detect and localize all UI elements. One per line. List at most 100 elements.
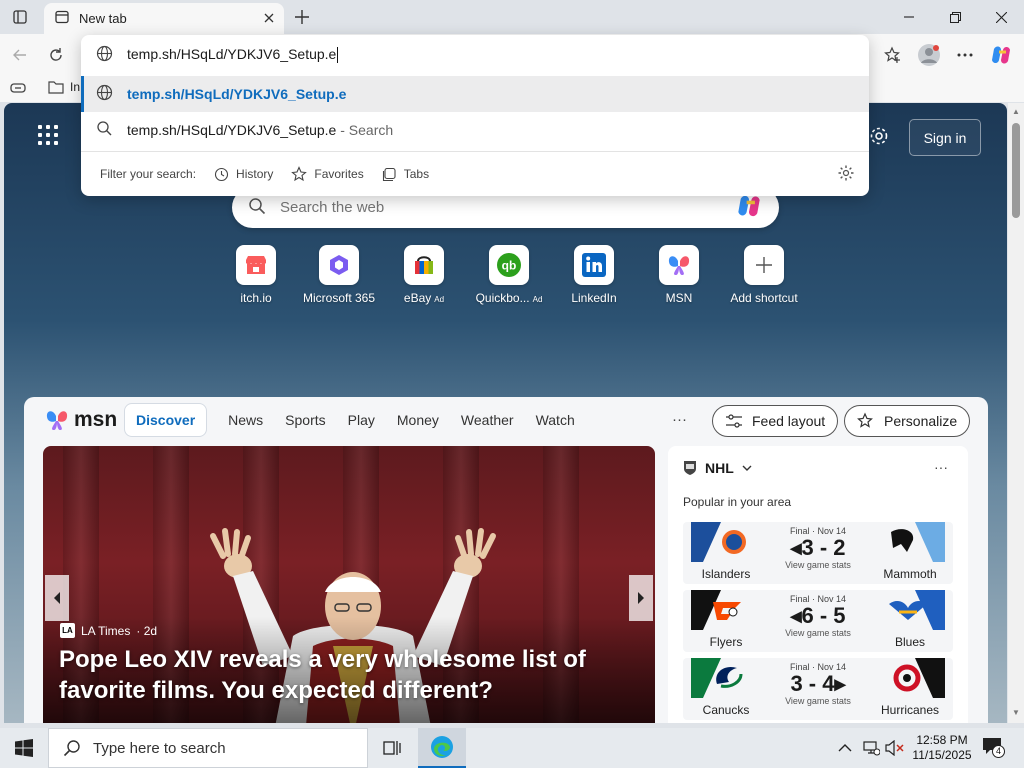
favorites-folder[interactable]: In: [48, 80, 80, 94]
nhl-more-button[interactable]: ···: [934, 459, 948, 475]
hero-source: LA LA Times · 2d: [60, 623, 157, 638]
notifications-icon: 4: [982, 737, 1005, 759]
chevron-up-icon: [838, 744, 852, 752]
tab-watch[interactable]: Watch: [525, 403, 586, 437]
search-icon: [63, 740, 80, 757]
add-shortcut-button[interactable]: Add shortcut: [722, 245, 806, 305]
scroll-down-icon[interactable]: ▼: [1011, 708, 1021, 718]
hero-story[interactable]: LA LA Times · 2d Pope Leo XIV reveals a …: [43, 446, 655, 723]
personalize-button[interactable]: Personalize: [844, 405, 971, 437]
suggestion-hint: - Search: [340, 122, 394, 138]
restore-button[interactable]: [932, 0, 978, 34]
notification-center-button[interactable]: 4: [982, 728, 1005, 768]
filter-tabs[interactable]: Tabs: [382, 167, 429, 182]
shortcut-microsoft-365[interactable]: Microsoft 365: [297, 245, 381, 305]
shortcut-linkedin[interactable]: LinkedIn: [552, 245, 636, 305]
tab-title: New tab: [79, 11, 127, 26]
task-view-icon: [383, 741, 401, 755]
more-options-icon[interactable]: [950, 40, 980, 70]
tab-sports[interactable]: Sports: [274, 403, 336, 437]
carousel-prev-button[interactable]: [45, 575, 69, 621]
shortcut-label: itch.io: [240, 291, 272, 305]
ebay-icon: [404, 245, 444, 285]
islanders-logo-icon: [691, 522, 746, 562]
shortcut-ebay[interactable]: eBay Ad: [382, 245, 466, 305]
shortcut-label: eBay: [403, 291, 432, 305]
address-input[interactable]: temp.sh/HSqLd/YDKJV6_Setup.e: [127, 46, 336, 62]
tab-actions-icon[interactable]: [6, 4, 34, 30]
shortcut-msn[interactable]: MSN: [637, 245, 721, 305]
tab-play[interactable]: Play: [337, 403, 386, 437]
feed-layout-button[interactable]: Feed layout: [712, 405, 839, 437]
scroll-up-icon[interactable]: ▲: [1011, 107, 1021, 117]
taskbar-clock[interactable]: 12:58 PM 11/15/2025: [906, 733, 978, 763]
msn-nav: Discover News Sports Play Money Weather …: [124, 403, 586, 437]
task-view-button[interactable]: [368, 728, 416, 768]
game-stats-link[interactable]: View game stats: [769, 628, 867, 638]
game-row[interactable]: Canucks Final · Nov 14 3 - 4▸ View game …: [683, 658, 953, 720]
shortcut-label: Microsoft 365: [302, 291, 376, 305]
microsoft-365-icon: [319, 245, 359, 285]
address-bar[interactable]: temp.sh/HSqLd/YDKJV6_Setup.e: [81, 35, 869, 74]
page-settings-gear-icon[interactable]: [868, 125, 892, 149]
suggestion-text: temp.sh/HSqLd/YDKJV6_Setup.e: [127, 122, 337, 138]
filter-history-label: History: [236, 167, 274, 181]
favorites-toggle-icon[interactable]: [10, 81, 26, 98]
tab-news[interactable]: News: [217, 403, 274, 437]
game-row[interactable]: Islanders Final · Nov 14 ◂3 - 2 View gam…: [683, 522, 953, 584]
game-stats-link[interactable]: View game stats: [769, 560, 867, 570]
close-tab-icon[interactable]: [264, 11, 274, 26]
show-hidden-icons-button[interactable]: [838, 728, 852, 768]
nhl-league-selector[interactable]: NHL: [683, 460, 752, 476]
filter-favorites-label: Favorites: [314, 167, 364, 181]
favorites-star-icon[interactable]: [878, 40, 908, 70]
sliders-icon: [726, 414, 742, 428]
hurricanes-logo-icon: [893, 658, 945, 698]
shortcut-quickbooks[interactable]: qb Quickbo... Ad: [467, 245, 551, 305]
edge-taskbar-button[interactable]: [418, 728, 466, 768]
volume-muted-icon[interactable]: [884, 728, 904, 768]
filter-favorites[interactable]: Favorites: [291, 166, 364, 182]
hero-headline[interactable]: Pope Leo XIV reveals a very wholesome li…: [59, 644, 619, 706]
game-stats-link[interactable]: View game stats: [769, 696, 867, 706]
tab-discover[interactable]: Discover: [124, 403, 208, 437]
copilot-icon[interactable]: [735, 193, 763, 222]
tab-weather[interactable]: Weather: [450, 403, 525, 437]
copilot-icon[interactable]: [986, 40, 1016, 70]
edge-icon: [431, 736, 453, 758]
publisher-name: LA Times: [81, 623, 131, 638]
profile-avatar[interactable]: [914, 40, 944, 70]
msn-logo[interactable]: msn: [44, 405, 117, 435]
sign-in-button[interactable]: Sign in: [909, 119, 981, 156]
carousel-next-button[interactable]: [629, 575, 653, 621]
globe-icon: [96, 45, 113, 65]
new-tab-button[interactable]: [288, 4, 316, 30]
page-scrollbar[interactable]: ▲ ▼: [1008, 103, 1024, 723]
tab-new-tab[interactable]: New tab: [44, 3, 284, 34]
minimize-button[interactable]: [886, 0, 932, 34]
new-tab-icon: [54, 9, 70, 28]
away-team: Blues: [894, 635, 926, 649]
suggestion-url[interactable]: temp.sh/HSqLd/YDKJV6_Setup.e: [81, 76, 869, 112]
tab-money[interactable]: Money: [386, 403, 450, 437]
close-window-button[interactable]: [978, 0, 1024, 34]
taskbar-search[interactable]: Type here to search: [48, 728, 368, 768]
back-button[interactable]: [6, 41, 34, 69]
network-icon[interactable]: [862, 728, 880, 768]
windows-logo-icon: [15, 739, 33, 757]
refresh-button[interactable]: [42, 41, 70, 69]
search-settings-gear-icon[interactable]: [837, 164, 855, 182]
nhl-scores-card: NHL ··· Popular in your area Islanders F…: [668, 446, 968, 723]
apps-grid-icon[interactable]: [38, 125, 60, 147]
shortcut-itch-io[interactable]: itch.io: [214, 245, 298, 305]
start-button[interactable]: [0, 728, 48, 768]
msn-more-button[interactable]: ···: [672, 411, 687, 428]
suggestion-search[interactable]: temp.sh/HSqLd/YDKJV6_Setup.e - Search: [81, 112, 869, 148]
game-row[interactable]: Flyers Final · Nov 14 ◂6 - 5 View game s…: [683, 590, 953, 652]
text-caret: [337, 47, 339, 64]
game-score: ◂3 - 2: [790, 535, 846, 560]
suggestion-text: temp.sh/HSqLd/YDKJV6_Setup.e: [127, 86, 347, 102]
scrollbar-thumb[interactable]: [1012, 123, 1020, 218]
filter-tabs-label: Tabs: [403, 167, 430, 181]
filter-history[interactable]: History: [214, 167, 273, 182]
